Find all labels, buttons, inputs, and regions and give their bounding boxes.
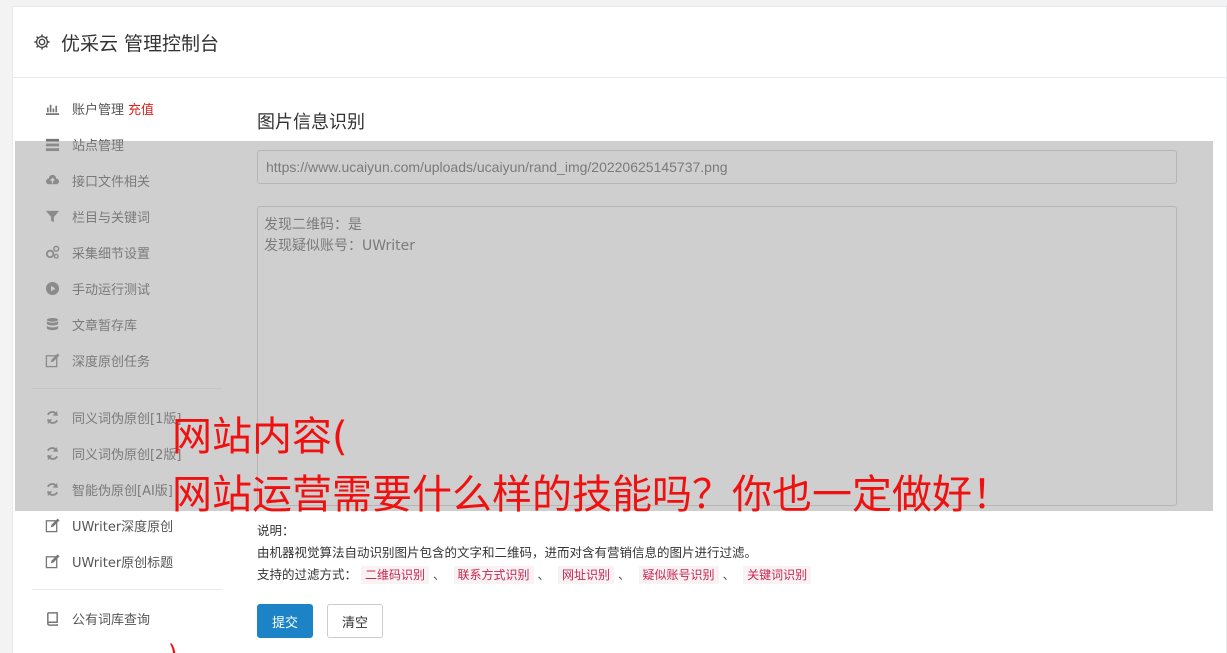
sidebar-item-label: UWriter原创标题 xyxy=(72,555,174,571)
header: 优采云 管理控制台 xyxy=(13,7,1226,78)
overlay-caption-line2: 网站运营需要什么样的技能吗？你也一定做好！ xyxy=(172,472,1012,518)
filter-tag: 关键词识别 xyxy=(743,566,812,584)
sidebar-item-public-lexicon[interactable]: 公有词库查询 xyxy=(32,600,222,636)
filter-tag: 联系方式识别 xyxy=(453,566,534,584)
overlay-caption-fragment: ) xyxy=(168,640,177,653)
section-title: 图片信息识别 xyxy=(257,112,365,133)
filter-methods: 支持的过滤方式： 二维码识别、 联系方式识别、 网址识别、 疑似账号识别、 关键… xyxy=(257,564,1177,586)
notes-desc: 由机器视觉算法自动识别图片包含的文字和二维码，进而对含有营销信息的图片进行过滤。 xyxy=(257,545,758,560)
notes: 说明： 由机器视觉算法自动识别图片包含的文字和二维码，进而对含有营销信息的图片进… xyxy=(257,520,1177,586)
book-icon xyxy=(44,610,60,626)
filter-separator: 、 xyxy=(722,567,736,582)
sidebar-item-uwriter-title[interactable]: UWriter原创标题 xyxy=(32,543,222,579)
clear-button[interactable]: 清空 xyxy=(327,604,384,638)
filter-separator: 、 xyxy=(537,567,551,582)
gear-icon xyxy=(33,33,51,51)
sidebar-item-label: 账户管理 xyxy=(72,102,125,118)
filter-separator: 、 xyxy=(433,567,446,582)
sidebar-item-label: 公有词库查询 xyxy=(72,612,151,628)
edit-icon xyxy=(44,517,60,533)
filter-tag: 二维码识别 xyxy=(361,566,430,584)
filter-separator: 、 xyxy=(618,567,631,582)
bar-chart-icon xyxy=(44,100,60,116)
filter-label: 支持的过滤方式： xyxy=(257,567,358,582)
edit-icon xyxy=(44,553,60,569)
submit-button[interactable]: 提交 xyxy=(257,604,314,638)
page-title: 优采云 管理控制台 xyxy=(61,32,220,55)
recharge-link[interactable]: 充值 xyxy=(128,99,154,118)
sidebar-item-account[interactable]: 账户管理 充值 xyxy=(32,90,222,126)
sidebar-item-label: UWriter深度原创 xyxy=(72,519,174,535)
filter-tag: 疑似账号识别 xyxy=(638,566,719,584)
overlay-caption-line1: 网站内容( xyxy=(172,414,348,460)
filter-tag: 网址识别 xyxy=(558,566,615,584)
nav-divider xyxy=(32,589,222,590)
notes-label: 说明： xyxy=(257,523,295,538)
form-actions: 提交 清空 xyxy=(257,604,1177,638)
